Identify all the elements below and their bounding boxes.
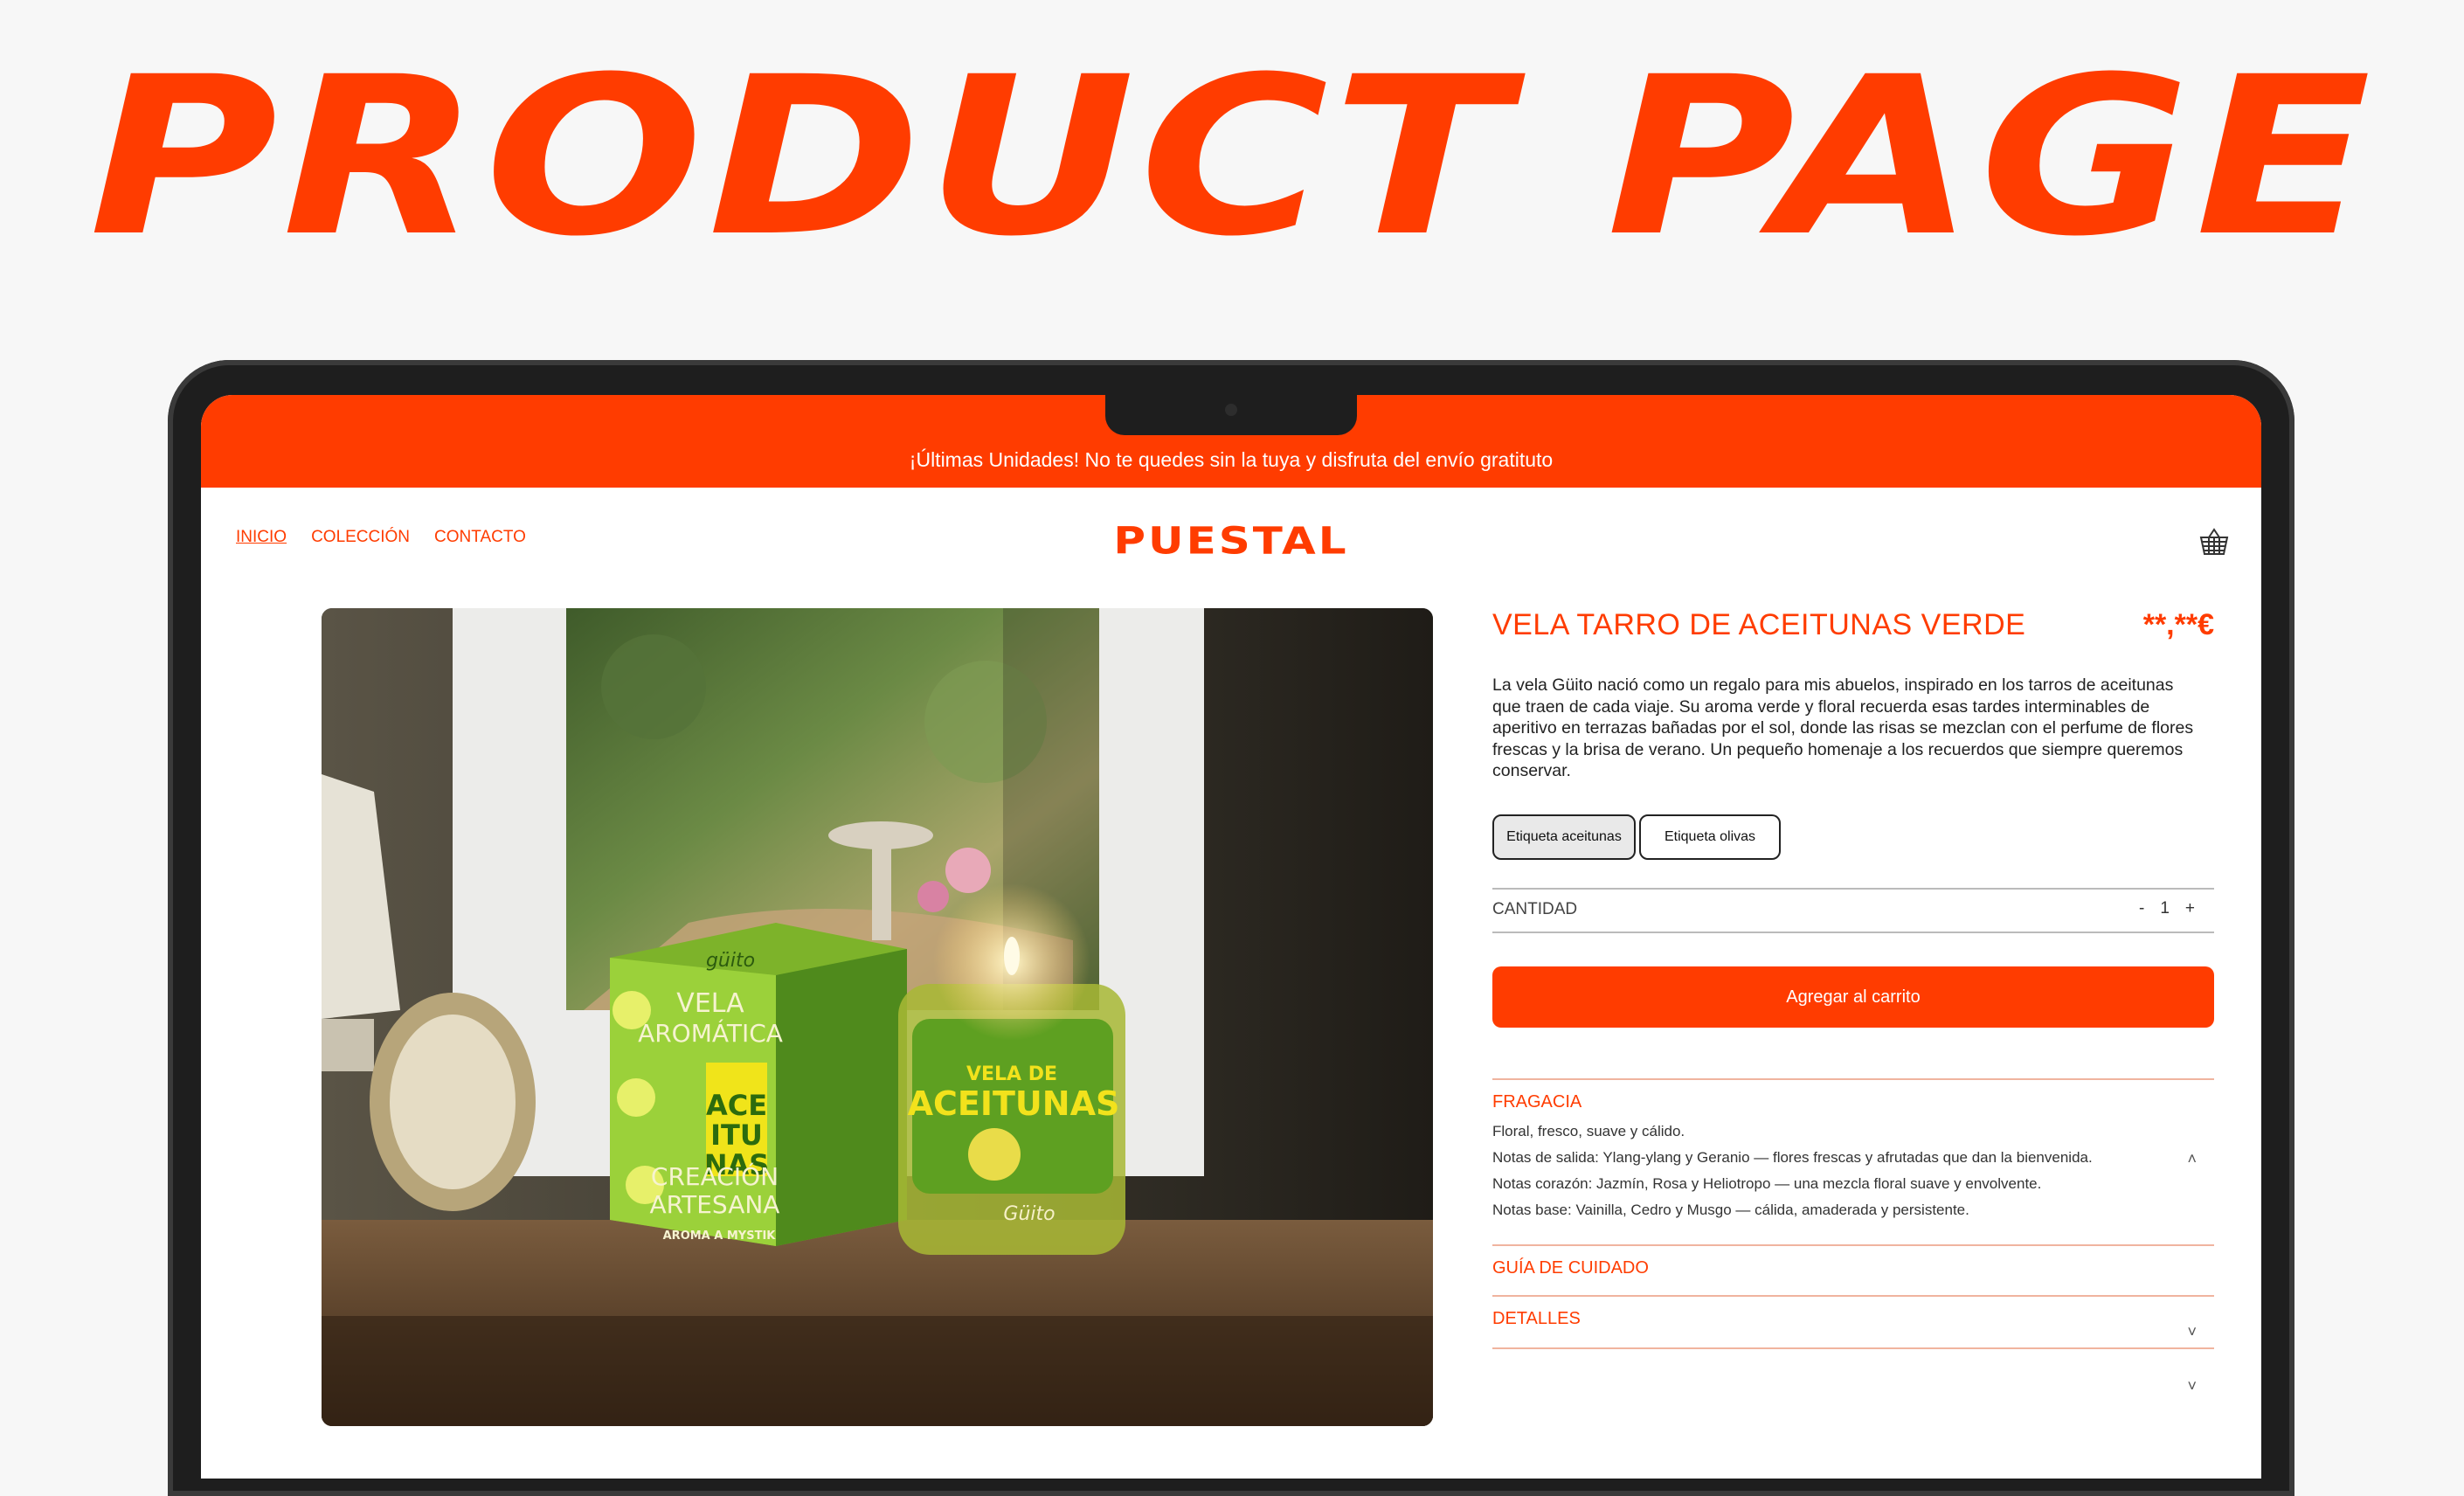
jar-top: VELA DE bbox=[966, 1063, 1057, 1085]
hero-title: PRODUCT PAGE bbox=[88, 30, 2376, 284]
quantity-value: 1 bbox=[2160, 899, 2170, 918]
accordion-fragrance-title[interactable]: FRAGACIA bbox=[1492, 1092, 1582, 1112]
brand-logo[interactable]: PUESTAL bbox=[201, 519, 2261, 562]
option-etiqueta-olivas[interactable]: Etiqueta olivas bbox=[1639, 814, 1781, 860]
jar-main: ACEITUNAS bbox=[908, 1084, 1120, 1123]
jar-brand: Güito bbox=[1003, 1203, 1055, 1225]
option-etiqueta-aceitunas[interactable]: Etiqueta aceitunas bbox=[1492, 814, 1636, 860]
fragrance-line: Floral, fresco, suave y cálido. bbox=[1492, 1123, 1685, 1139]
announcement-text: ¡Últimas Unidades! No te quedes sin la t… bbox=[909, 448, 1554, 471]
box-line2: AROMÁTICA bbox=[638, 1018, 783, 1048]
accordion-care[interactable]: GUÍA DE CUIDADO bbox=[1492, 1244, 2214, 1297]
fragrance-line: Notas corazón: Jazmín, Rosa y Heliotropo… bbox=[1492, 1175, 2042, 1192]
quantity-label: CANTIDAD bbox=[1492, 900, 1578, 918]
chevron-down-icon[interactable]: ˅ bbox=[2187, 1377, 2197, 1396]
product-price: **,**€ bbox=[2142, 608, 2214, 641]
basket-icon[interactable] bbox=[2198, 526, 2230, 558]
accordion-details[interactable]: DETALLES ˅ bbox=[1492, 1295, 2214, 1349]
product-image: güito VELA AROMÁTICA ACE ITU NAS CREACIÓN … bbox=[322, 608, 1433, 1426]
box-line1: VELA bbox=[676, 988, 744, 1019]
add-to-cart-button[interactable]: Agregar al carrito bbox=[1492, 966, 2214, 1028]
accordion-care-title[interactable]: GUÍA DE CUIDADO bbox=[1492, 1258, 1649, 1278]
chevron-up-icon[interactable]: ˄ bbox=[2187, 1150, 2197, 1168]
quantity-decrease-button[interactable]: - bbox=[2139, 899, 2144, 918]
product-title: VELA TARRO DE ACEITUNAS VERDE bbox=[1492, 608, 2026, 641]
product-description: La vela Güito nació como un regalo para … bbox=[1492, 675, 2194, 780]
accordion-fragrance[interactable]: FRAGACIA Floral, fresco, suave y cálido.… bbox=[1492, 1078, 2214, 1246]
box-brand: güito bbox=[706, 950, 755, 972]
accordion-fragrance-text: Floral, fresco, suave y cálido. Notas de… bbox=[1492, 1119, 2093, 1223]
quantity-stepper: - 1 + bbox=[2139, 899, 2195, 918]
chevron-down-icon[interactable]: ˅ bbox=[2187, 1323, 2197, 1341]
quantity-increase-button[interactable]: + bbox=[2185, 899, 2195, 918]
accordion-details-title[interactable]: DETALLES bbox=[1492, 1309, 1581, 1329]
box-line4: ARTESANA bbox=[650, 1190, 780, 1219]
fragrance-line: Notas de salida: Ylang-ylang y Geranio —… bbox=[1492, 1149, 2093, 1166]
fragrance-line: Notas base: Vainilla, Cedro y Musgo — cá… bbox=[1492, 1202, 1969, 1218]
browser-screen: ¡Últimas Unidades! No te quedes sin la t… bbox=[201, 395, 2261, 1479]
box-footer: AROMA A MYSTIK bbox=[663, 1229, 777, 1243]
quantity-row: CANTIDAD - 1 + bbox=[1492, 888, 2214, 933]
camera-icon bbox=[1225, 404, 1237, 416]
box-line3: CREACIÓN bbox=[651, 1161, 779, 1191]
